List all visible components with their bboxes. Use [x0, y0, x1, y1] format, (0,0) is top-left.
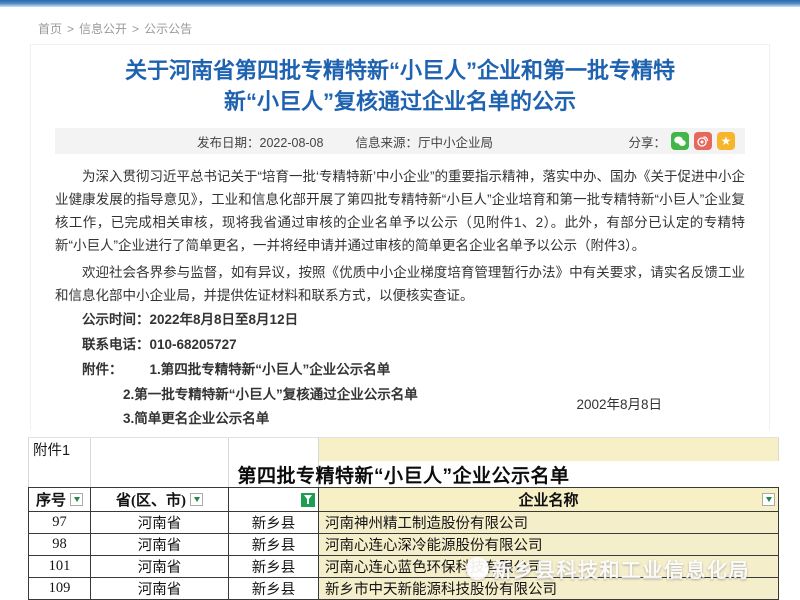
cell-county: 新乡县 — [228, 578, 318, 600]
cell-company: 河南心连心深冷能源股份有限公司 — [318, 534, 779, 556]
info-source-label: 信息来源： — [355, 136, 418, 150]
cell-company: 河南心连心蓝色环保科技有限公司 — [318, 556, 779, 578]
star-favorite-icon[interactable]: ★ — [717, 132, 735, 150]
breadcrumb-info-disclosure[interactable]: 信息公开 — [79, 20, 127, 37]
breadcrumb-separator: > — [67, 22, 74, 36]
wechat-icon[interactable] — [671, 132, 689, 150]
top-nav-bottom-strip — [0, 0, 800, 7]
signature-date: 2002年8月8日 — [576, 393, 662, 413]
sheet-label-row: 附件1 — [28, 437, 779, 461]
share-label: 分享： — [628, 132, 666, 151]
attachments-line-1: 附件： 1.第四批专精特新“小巨人”企业公示名单 — [55, 358, 745, 382]
cell-province: 河南省 — [90, 556, 228, 578]
breadcrumb-home[interactable]: 首页 — [38, 20, 62, 37]
header-no-label: 序号 — [36, 489, 66, 510]
cell-county: 新乡县 — [228, 534, 318, 556]
cell-county: 新乡县 — [228, 512, 318, 534]
cell-province: 河南省 — [90, 578, 228, 600]
breadcrumb-separator: > — [132, 22, 139, 36]
sheet-header-row: 序号 省(区、市) 企业名称 — [28, 487, 779, 512]
filter-dropdown-company-icon[interactable] — [762, 493, 775, 506]
cell-no: 101 — [28, 556, 90, 578]
cell-province: 河南省 — [90, 534, 228, 556]
filter-dropdown-no-icon[interactable] — [70, 493, 83, 506]
public-time-line: 公示时间：2022年8月8日至8月12日 — [55, 308, 745, 332]
article-meta-bar: 发布日期：2022-08-08 信息来源：厅中小企业局 分享： ★ — [55, 128, 745, 154]
breadcrumb: 首页 > 信息公开 > 公示公告 — [38, 20, 800, 37]
breadcrumb-announcements[interactable]: 公示公告 — [144, 20, 192, 37]
header-cell-company: 企业名称 — [318, 487, 779, 512]
article-container: 关于河南省第四批专精特新“小巨人”企业和第一批专精特 新“小巨人”复核通过企业名… — [30, 44, 770, 430]
sheet-label: 附件1 — [28, 438, 90, 461]
table-row: 97 河南省 新乡县 河南神州精工制造股份有限公司 — [28, 512, 779, 534]
table-row: 109 河南省 新乡县 新乡市中天新能源科技股份有限公司 — [28, 578, 779, 600]
publish-date-label: 发布日期： — [197, 136, 260, 150]
filter-active-funnel-icon[interactable] — [301, 493, 315, 507]
header-cell-county — [228, 487, 318, 512]
filter-dropdown-province-icon[interactable] — [190, 493, 203, 506]
cell-no: 109 — [28, 578, 90, 600]
page-title-line1: 关于河南省第四批专精特新“小巨人”企业和第一批专精特 — [86, 55, 714, 86]
header-cell-province: 省(区、市) — [90, 487, 228, 512]
article-body: 为深入贯彻习近平总书记关于“培育一批‘专精特新’中小企业”的重要指示精神，落实中… — [55, 165, 745, 307]
table-row: 101 河南省 新乡县 河南心连心蓝色环保科技有限公司 — [28, 556, 779, 578]
cell-no: 97 — [28, 512, 90, 534]
header-cell-no: 序号 — [28, 487, 90, 512]
publish-date-value: 2022-08-08 — [260, 136, 324, 150]
paragraph-feedback: 欢迎社会各界参与监督，如有异议，按照《优质中小企业梯度培育管理暂行办法》中有关要… — [55, 261, 745, 307]
header-company-label: 企业名称 — [518, 489, 578, 510]
sheet-title-row: 第四批专精特新“小巨人”企业公示名单 — [28, 461, 779, 487]
share-bar: 分享： ★ — [628, 132, 735, 151]
cell-company: 新乡市中天新能源科技股份有限公司 — [318, 578, 779, 600]
header-province-label: 省(区、市) — [116, 489, 186, 510]
paragraph-intro: 为深入贯彻习近平总书记关于“培育一批‘专精特新’中小企业”的重要指示精神，落实中… — [55, 165, 745, 257]
table-row: 98 河南省 新乡县 河南心连心深冷能源股份有限公司 — [28, 534, 779, 556]
page-title-line2: 新“小巨人”复核通过企业名单的公示 — [86, 86, 714, 117]
publish-date: 发布日期：2022-08-08 — [197, 132, 323, 151]
attachment-item-1[interactable]: 1.第四批专精特新“小巨人”企业公示名单 — [123, 358, 391, 382]
contact-phone-line: 联系电话：010-68205727 — [55, 333, 745, 357]
cell-province: 河南省 — [90, 512, 228, 534]
page-title: 关于河南省第四批专精特新“小巨人”企业和第一批专精特 新“小巨人”复核通过企业名… — [31, 45, 769, 126]
attachments-label: 附件： — [55, 358, 123, 382]
info-source-value: 厅中小企业局 — [418, 136, 493, 150]
weibo-icon[interactable] — [694, 132, 712, 150]
cell-county: 新乡县 — [228, 556, 318, 578]
info-source: 信息来源：厅中小企业局 — [355, 132, 493, 151]
sheet-title: 第四批专精特新“小巨人”企业公示名单 — [28, 461, 779, 487]
cell-company: 河南神州精工制造股份有限公司 — [318, 512, 779, 534]
attachment1-spreadsheet: 附件1 第四批专精特新“小巨人”企业公示名单 序号 省(区、市) 企业名称 — [28, 437, 779, 600]
cell-no: 98 — [28, 534, 90, 556]
